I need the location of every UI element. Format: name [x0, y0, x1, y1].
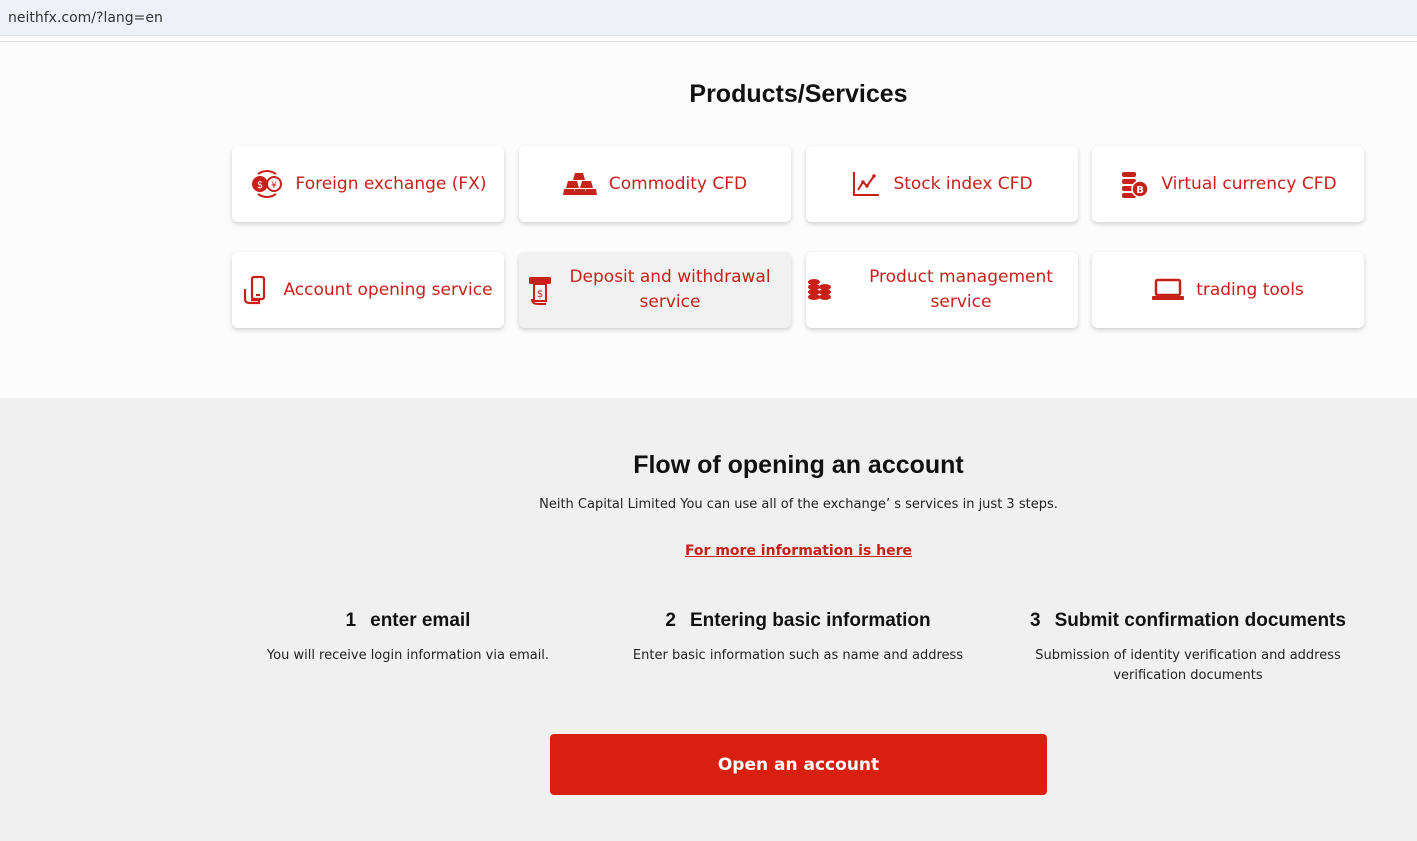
coin-stack-icon: [808, 279, 831, 300]
card-trading-tools[interactable]: trading tools: [1092, 252, 1364, 328]
account-flow-section: Flow of opening an account Neith Capital…: [0, 398, 1417, 841]
bitcoin-coins-icon: B: [1122, 172, 1150, 198]
laptop-icon: [1152, 278, 1185, 300]
card-label: Virtual currency CFD: [1161, 173, 1337, 194]
mobile-hand-icon: [244, 275, 266, 305]
step-description: Submission of identity verification and …: [1035, 648, 1341, 683]
step-1: 1 enter email You will receive login info…: [218, 610, 598, 666]
more-info-link-wrapper: For more information is here: [0, 542, 1417, 559]
step-heading: 1 enter email: [218, 610, 598, 632]
card-label: Stock index CFD: [893, 173, 1033, 194]
step-description: You will receive login information via e…: [266, 648, 550, 663]
more-info-link[interactable]: For more information is here: [685, 543, 912, 559]
card-label: Account opening service: [283, 279, 493, 300]
card-deposit-withdrawal-service[interactable]: $ Deposit and withdrawal service: [519, 252, 791, 328]
svg-text:$: $: [256, 180, 262, 191]
open-account-button[interactable]: Open an account: [550, 734, 1047, 795]
atm-icon: $: [529, 277, 551, 305]
card-commodity-cfd[interactable]: Commodity CFD: [519, 146, 791, 222]
step-3: 3 Submit confirmation documents Submissio…: [998, 610, 1378, 686]
card-product-management-service[interactable]: Product management service: [806, 252, 1078, 328]
card-label: Commodity CFD: [608, 173, 748, 194]
products-title: Products/Services: [689, 80, 908, 108]
step-number: 1: [345, 610, 357, 631]
card-stock-index-cfd[interactable]: Stock index CFD: [806, 146, 1078, 222]
card-label: trading tools: [1196, 279, 1304, 300]
card-label: Product management service: [869, 267, 1053, 312]
step-title: Entering basic information: [689, 610, 931, 631]
step-2: 2 Entering basic information Enter basic …: [608, 610, 988, 666]
url-text[interactable]: neithfx.com/?lang=en: [8, 10, 163, 26]
step-number: 2: [665, 610, 676, 631]
products-section: Products/Services $ ¥ Foreign exchange (…: [0, 42, 1417, 398]
step-title: Submit confirmation documents: [1054, 610, 1346, 631]
svg-text:B: B: [1137, 185, 1145, 196]
flow-subtitle: Neith Capital Limited You can use all of…: [539, 497, 1058, 512]
step-heading: 2 Entering basic information: [608, 610, 988, 632]
card-virtual-currency-cfd[interactable]: B Virtual currency CFD: [1092, 146, 1364, 222]
flow-title: Flow of opening an account: [633, 451, 964, 479]
card-account-opening-service[interactable]: Account opening service: [232, 252, 504, 328]
gold-bars-icon: [562, 173, 597, 195]
step-description: Enter basic information such as name and…: [632, 648, 964, 663]
browser-address-bar[interactable]: neithfx.com/?lang=en: [0, 0, 1417, 36]
svg-text:$: $: [537, 289, 543, 300]
card-foreign-exchange[interactable]: $ ¥ Foreign exchange (FX): [232, 146, 504, 222]
currency-exchange-icon: $ ¥: [251, 170, 282, 198]
svg-text:¥: ¥: [271, 181, 277, 191]
card-label: Foreign exchange (FX): [295, 173, 487, 194]
card-label: Deposit and withdrawal service: [569, 267, 771, 312]
step-number: 3: [1030, 610, 1041, 631]
step-title: enter email: [370, 610, 471, 631]
line-chart-icon: [853, 172, 880, 196]
step-heading: 3 Submit confirmation documents: [998, 610, 1378, 632]
